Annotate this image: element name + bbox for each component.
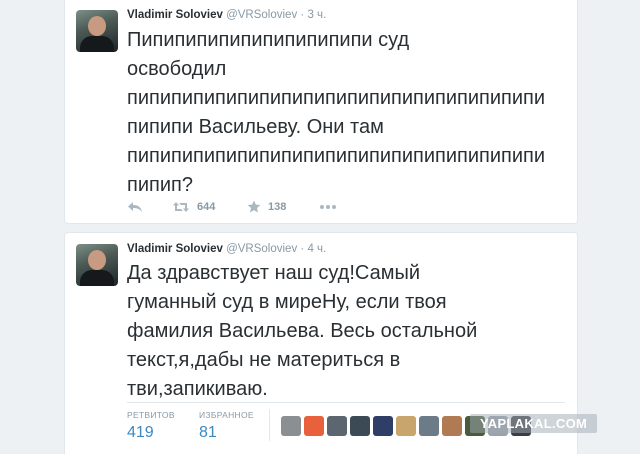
favorites-label: ИЗБРАННОЕ bbox=[199, 410, 254, 420]
separator: · bbox=[300, 243, 305, 255]
separator: · bbox=[300, 9, 305, 21]
favorite-button[interactable]: 138 bbox=[247, 200, 319, 213]
author-name[interactable]: Vladimir Soloviev bbox=[127, 243, 223, 255]
favoriter-avatar[interactable] bbox=[281, 416, 301, 436]
favoriter-avatar[interactable] bbox=[304, 416, 324, 436]
favoriter-avatar[interactable] bbox=[396, 416, 416, 436]
avatar[interactable] bbox=[76, 244, 118, 286]
avatar[interactable] bbox=[76, 10, 118, 52]
retweets-label: РЕТВИТОВ bbox=[127, 410, 175, 420]
tweet-text-line: освободил bbox=[127, 58, 227, 80]
tweet-text-line: Да здравствует наш суд!Самый bbox=[127, 262, 420, 284]
tweet-time[interactable]: 3 ч. bbox=[307, 9, 326, 21]
retweet-count: 644 bbox=[197, 200, 216, 213]
author-handle[interactable]: @VRSoloviev bbox=[226, 243, 297, 255]
tweet-text-line: гуманный суд в миреНу, если твоя bbox=[127, 291, 447, 313]
star-icon bbox=[247, 200, 261, 213]
author-name[interactable]: Vladimir Soloviev bbox=[127, 9, 223, 21]
author-handle[interactable]: @VRSoloviev bbox=[226, 9, 297, 21]
favoriter-avatar[interactable] bbox=[419, 416, 439, 436]
retweets-stat[interactable]: РЕТВИТОВ 419 bbox=[127, 410, 175, 442]
favoriter-avatar[interactable] bbox=[350, 416, 370, 436]
tweet-text-line: пипип? bbox=[127, 174, 193, 196]
favorite-count: 138 bbox=[268, 200, 287, 213]
watermark: YAPLAKAL.COM bbox=[470, 414, 598, 433]
tweet-header: Vladimir Soloviev @VRSoloviev · 4 ч. bbox=[127, 243, 326, 255]
favorites-value: 81 bbox=[199, 424, 217, 441]
tweet-text-line: тви,запикиваю. bbox=[127, 378, 268, 400]
tweet-header: Vladimir Soloviev @VRSoloviev · 3 ч. bbox=[127, 9, 326, 21]
reply-icon bbox=[128, 201, 142, 212]
divider bbox=[127, 402, 565, 403]
retweet-icon bbox=[173, 201, 189, 212]
favoriter-avatar[interactable] bbox=[442, 416, 462, 436]
tweet-text: Да здравствует наш суд!Самый гуманный су… bbox=[127, 259, 567, 404]
reply-button[interactable] bbox=[127, 201, 172, 213]
tweet-actions: 644 138 bbox=[127, 200, 337, 213]
tweet-text-line: пипипипипипипипипипипипипипипипипипипи bbox=[127, 87, 546, 109]
tweet-text-line: пипипи Васильеву. Они там bbox=[127, 116, 384, 138]
favoriter-avatar[interactable] bbox=[373, 416, 393, 436]
tweet-text: Пипипипипипипипипипипи суд освободил пип… bbox=[127, 26, 567, 200]
tweet-text-line: фамилия Васильева. Весь остальной bbox=[127, 320, 478, 342]
tweet-card[interactable]: Vladimir Soloviev @VRSoloviev · 3 ч. Пип… bbox=[64, 0, 578, 224]
tweet-time[interactable]: 4 ч. bbox=[307, 243, 326, 255]
favoriter-avatar[interactable] bbox=[327, 416, 347, 436]
tweet-text-line: Пипипипипипипипипипипи суд bbox=[127, 29, 410, 51]
retweet-button[interactable]: 644 bbox=[172, 201, 247, 213]
tweet-text-line: текст,я,дабы не материться в bbox=[127, 349, 401, 371]
favorites-stat[interactable]: ИЗБРАННОЕ 81 bbox=[199, 410, 254, 442]
tweet-text-line: пипипипипипипипипипипипипипипипипипипи bbox=[127, 145, 546, 167]
retweets-value: 419 bbox=[127, 424, 154, 441]
more-icon bbox=[320, 204, 336, 209]
more-button[interactable] bbox=[319, 204, 337, 210]
divider bbox=[269, 409, 270, 441]
